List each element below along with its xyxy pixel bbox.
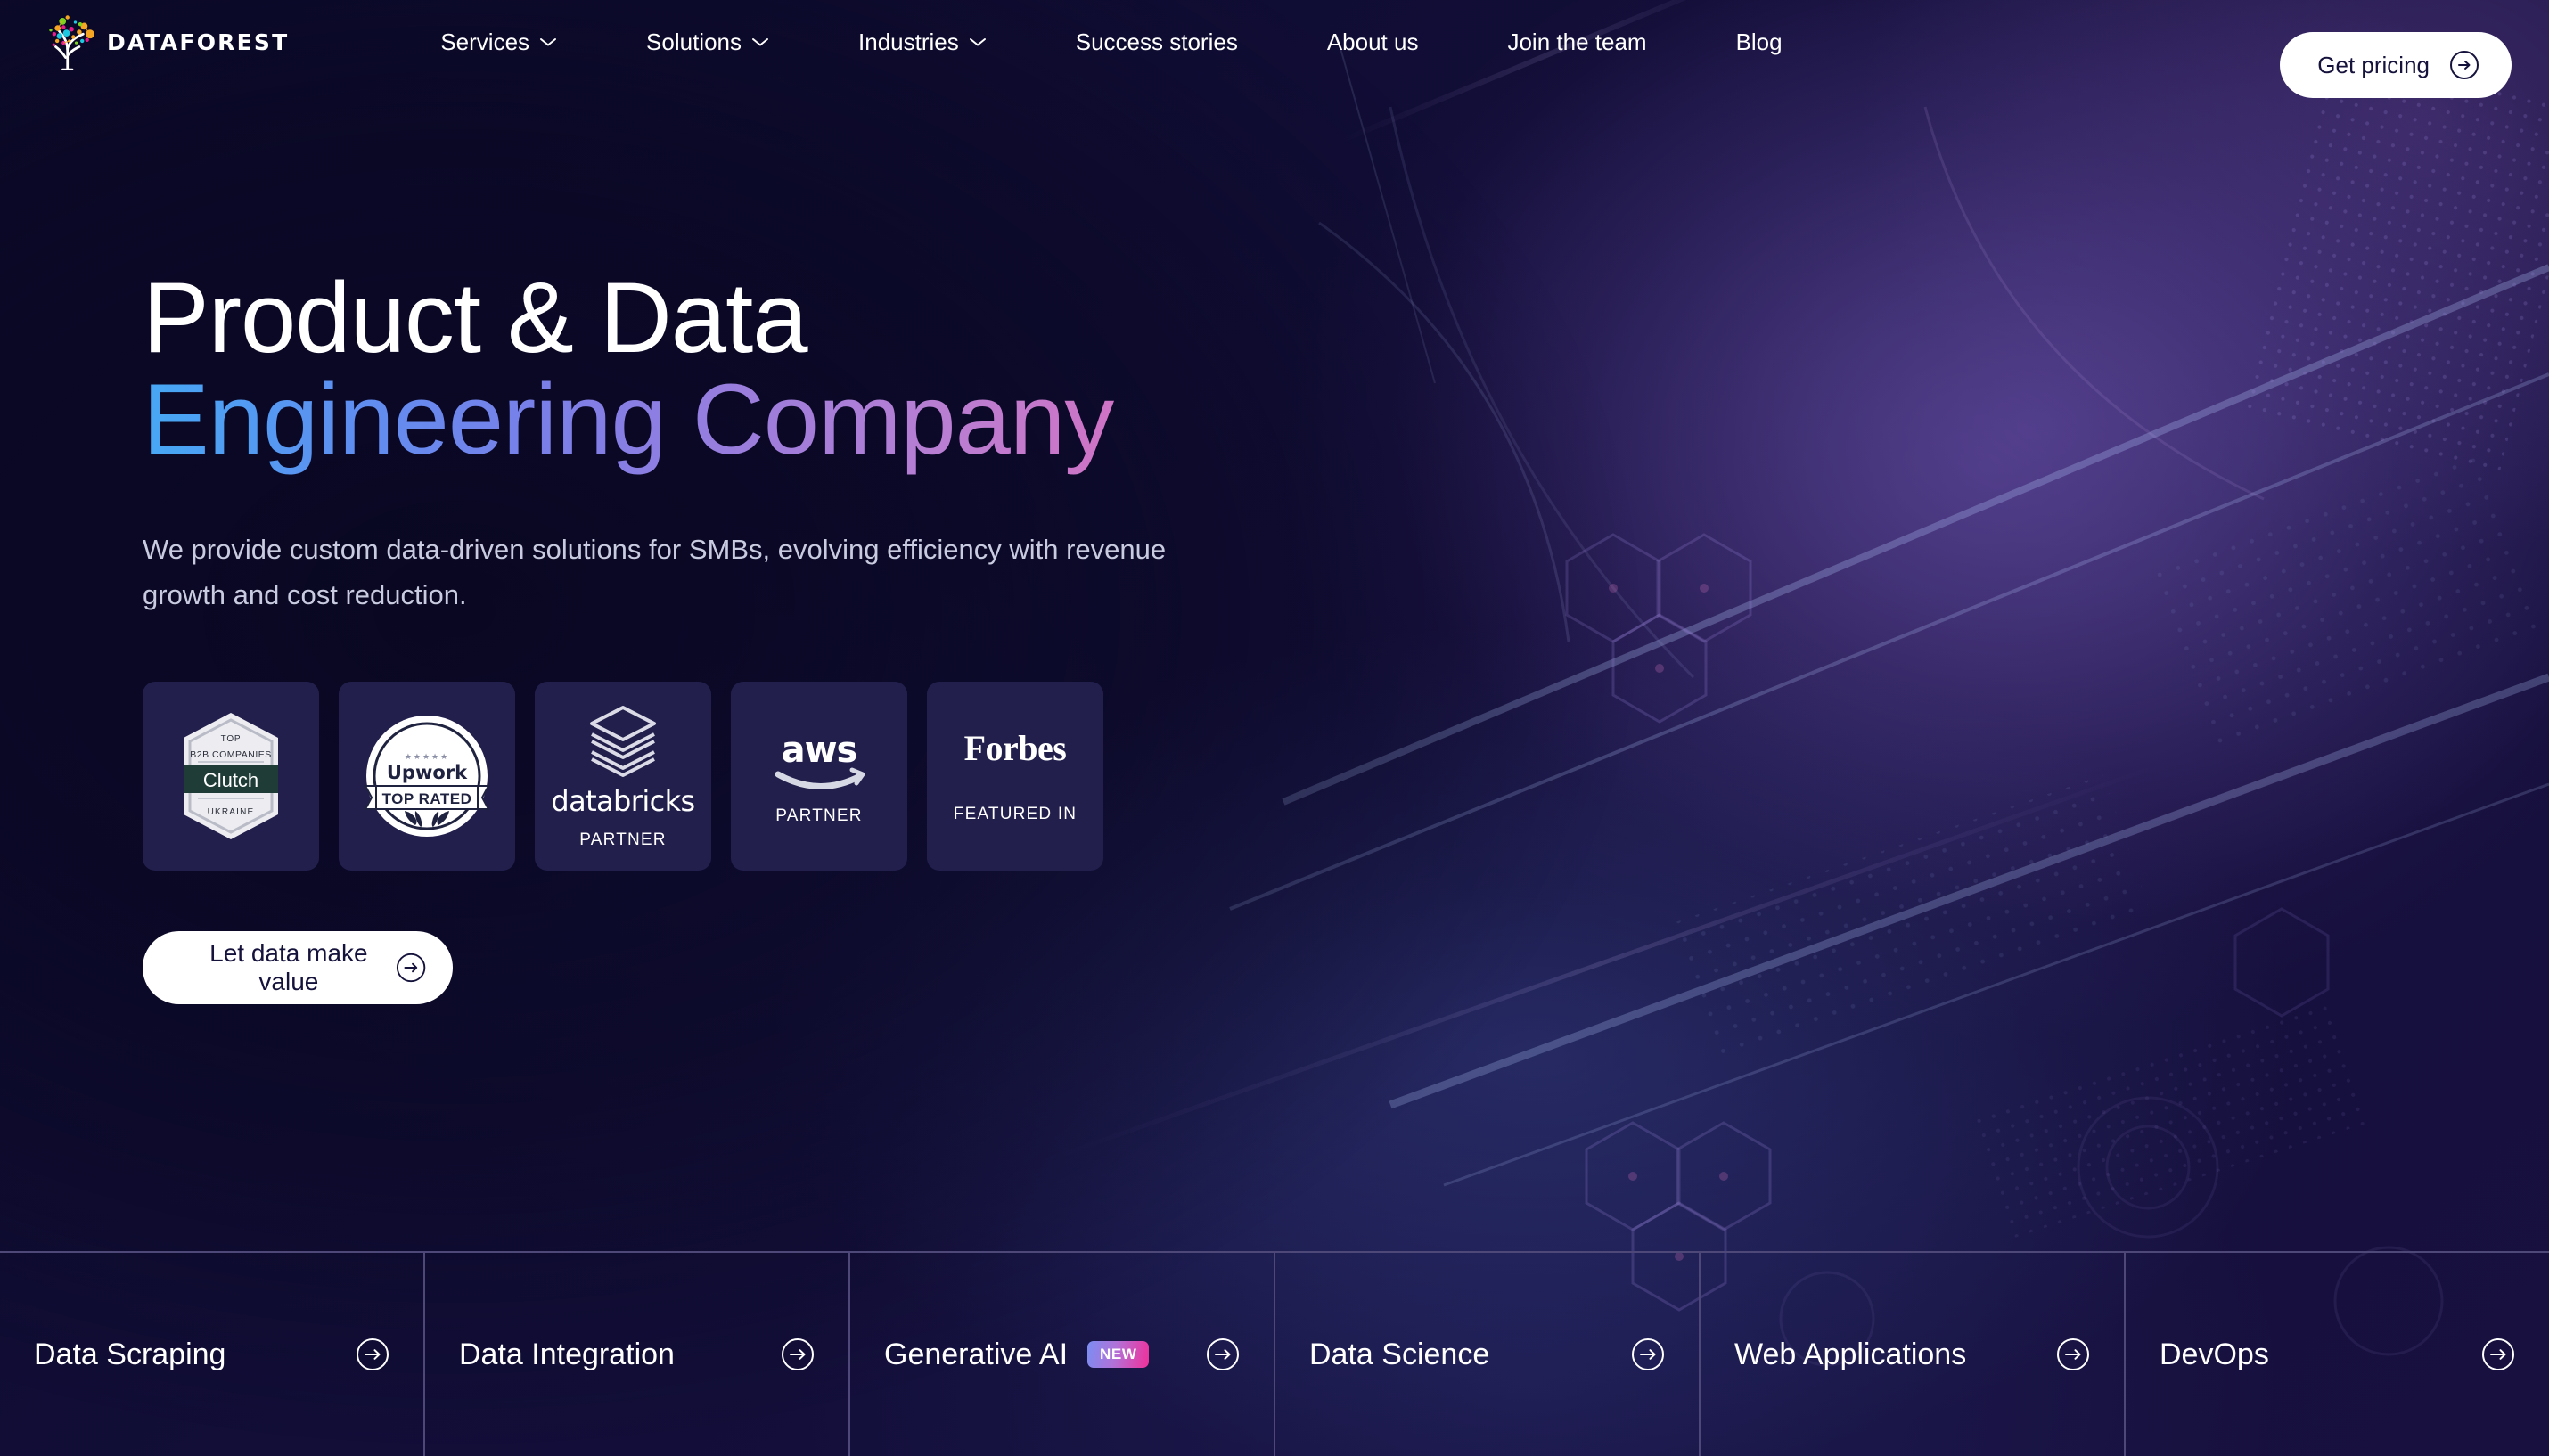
chevron-down-icon <box>969 38 986 46</box>
nav-item-industries[interactable]: Industries <box>858 20 987 65</box>
services-strip: Data Scraping Data Integration Generativ… <box>0 1251 2549 1456</box>
nav-item-success-stories[interactable]: Success stories <box>1076 20 1238 65</box>
nav-label: Success stories <box>1075 28 1238 55</box>
service-item-data-integration[interactable]: Data Integration <box>425 1253 850 1456</box>
nav-item-solutions[interactable]: Solutions <box>646 20 769 65</box>
hero-section: Product & Data Engineering Company We pr… <box>143 266 1479 1004</box>
service-text: Data Science <box>1309 1337 1490 1371</box>
service-label: Web Applications <box>1734 1337 1966 1372</box>
headline-line-1: Product & Data <box>143 262 807 373</box>
aws-caption: PARTNER <box>775 806 863 825</box>
svg-text:Clutch: Clutch <box>203 769 258 791</box>
arrow-right-circle-icon <box>357 1338 389 1370</box>
arrow-right-circle-icon <box>2057 1338 2089 1370</box>
arrow-right-circle-icon <box>1207 1338 1239 1370</box>
logo-wordmark: DATAFOREST <box>107 29 290 55</box>
svg-text:Upwork: Upwork <box>387 762 468 783</box>
clutch-hexagon-badge-icon: TOP B2B COMPANIES Clutch UKRAINE <box>184 712 278 839</box>
main-navigation: Services Solutions Industries Success st… <box>440 20 1782 65</box>
service-label: DevOps <box>2160 1337 2269 1372</box>
nav-label: About us <box>1326 28 1419 55</box>
service-text: DevOps <box>2160 1337 2269 1371</box>
get-pricing-label: Get pricing <box>2317 51 2430 78</box>
service-label: Data Scraping <box>34 1337 225 1372</box>
logo-home-link[interactable]: DATAFOREST <box>41 12 289 71</box>
svg-text:★★★★★: ★★★★★ <box>405 753 449 762</box>
aws-badge[interactable]: aws PARTNER <box>731 681 907 871</box>
service-text: Web Applications <box>1734 1337 1967 1371</box>
aws-logo-icon: aws <box>775 730 865 789</box>
forbes-wordmark: Forbes <box>963 728 1067 769</box>
service-item-devops[interactable]: DevOps <box>2126 1253 2549 1456</box>
service-item-web-applications[interactable]: Web Applications <box>1701 1253 2126 1456</box>
databricks-caption: PARTNER <box>579 830 667 849</box>
nav-item-blog[interactable]: Blog <box>1736 20 1783 65</box>
award-badges: TOP B2B COMPANIES Clutch UKRAINE ★★★★★ U… <box>143 681 1479 871</box>
arrow-right-circle-icon <box>396 953 426 983</box>
nav-label: Blog <box>1735 28 1783 55</box>
site-header: DATAFOREST Services Solutions Industries <box>0 0 2549 98</box>
hero-subhead: We provide custom data-driven solutions … <box>143 534 1167 610</box>
forbes-badge[interactable]: Forbes FEATURED IN <box>927 681 1103 871</box>
nav-label: Services <box>440 28 530 55</box>
upwork-top-rated-badge-icon: ★★★★★ Upwork TOP RATED <box>364 715 490 837</box>
nav-item-services[interactable]: Services <box>440 20 557 65</box>
service-item-data-science[interactable]: Data Science <box>1275 1253 1701 1456</box>
service-label: Data Science <box>1309 1337 1489 1372</box>
service-text: Data Scraping <box>34 1337 226 1371</box>
svg-text:aws: aws <box>782 730 857 771</box>
nav-label: Join the team <box>1507 28 1647 55</box>
service-text: Data Integration <box>459 1337 675 1371</box>
new-badge: NEW <box>1087 1341 1150 1368</box>
nav-item-about-us[interactable]: About us <box>1327 20 1419 65</box>
let-data-make-value-button[interactable]: Let data make value <box>143 930 453 1004</box>
arrow-right-circle-icon <box>2482 1338 2514 1370</box>
arrow-right-circle-icon <box>1632 1338 1664 1370</box>
upwork-badge[interactable]: ★★★★★ Upwork TOP RATED <box>339 681 515 871</box>
service-item-data-scraping[interactable]: Data Scraping <box>0 1253 425 1456</box>
arrow-right-circle-icon <box>2450 51 2479 79</box>
service-item-generative-ai[interactable]: Generative AI NEW <box>850 1253 1275 1456</box>
arrow-right-circle-icon <box>782 1338 814 1370</box>
databricks-stack-icon <box>590 705 656 777</box>
forbes-caption: FEATURED IN <box>953 805 1078 824</box>
get-pricing-button[interactable]: Get pricing <box>2280 32 2512 98</box>
nav-label: Industries <box>858 28 959 55</box>
nav-label: Solutions <box>646 28 742 55</box>
databricks-badge[interactable]: databricks PARTNER <box>535 681 711 871</box>
databricks-wordmark: databricks <box>551 783 695 818</box>
svg-text:UKRAINE: UKRAINE <box>208 807 255 817</box>
clutch-badge[interactable]: TOP B2B COMPANIES Clutch UKRAINE <box>143 681 319 871</box>
landing-page: DATAFOREST Services Solutions Industries <box>0 0 2549 1456</box>
service-label: Generative AI NEW <box>884 1337 1150 1372</box>
service-text: Generative AI <box>884 1337 1069 1371</box>
svg-text:TOP: TOP <box>221 734 242 744</box>
service-label: Data Integration <box>459 1337 675 1372</box>
cta-label: Let data make value <box>209 938 368 995</box>
headline-line-2: Engineering Company <box>143 369 1479 483</box>
page-title: Product & Data Engineering Company <box>143 266 1479 483</box>
nav-item-join-the-team[interactable]: Join the team <box>1507 20 1646 65</box>
svg-text:TOP RATED: TOP RATED <box>382 790 472 807</box>
chevron-down-icon <box>540 38 557 46</box>
svg-text:B2B COMPANIES: B2B COMPANIES <box>190 749 272 760</box>
chevron-down-icon <box>752 38 769 46</box>
tree-logo-icon <box>49 15 94 70</box>
